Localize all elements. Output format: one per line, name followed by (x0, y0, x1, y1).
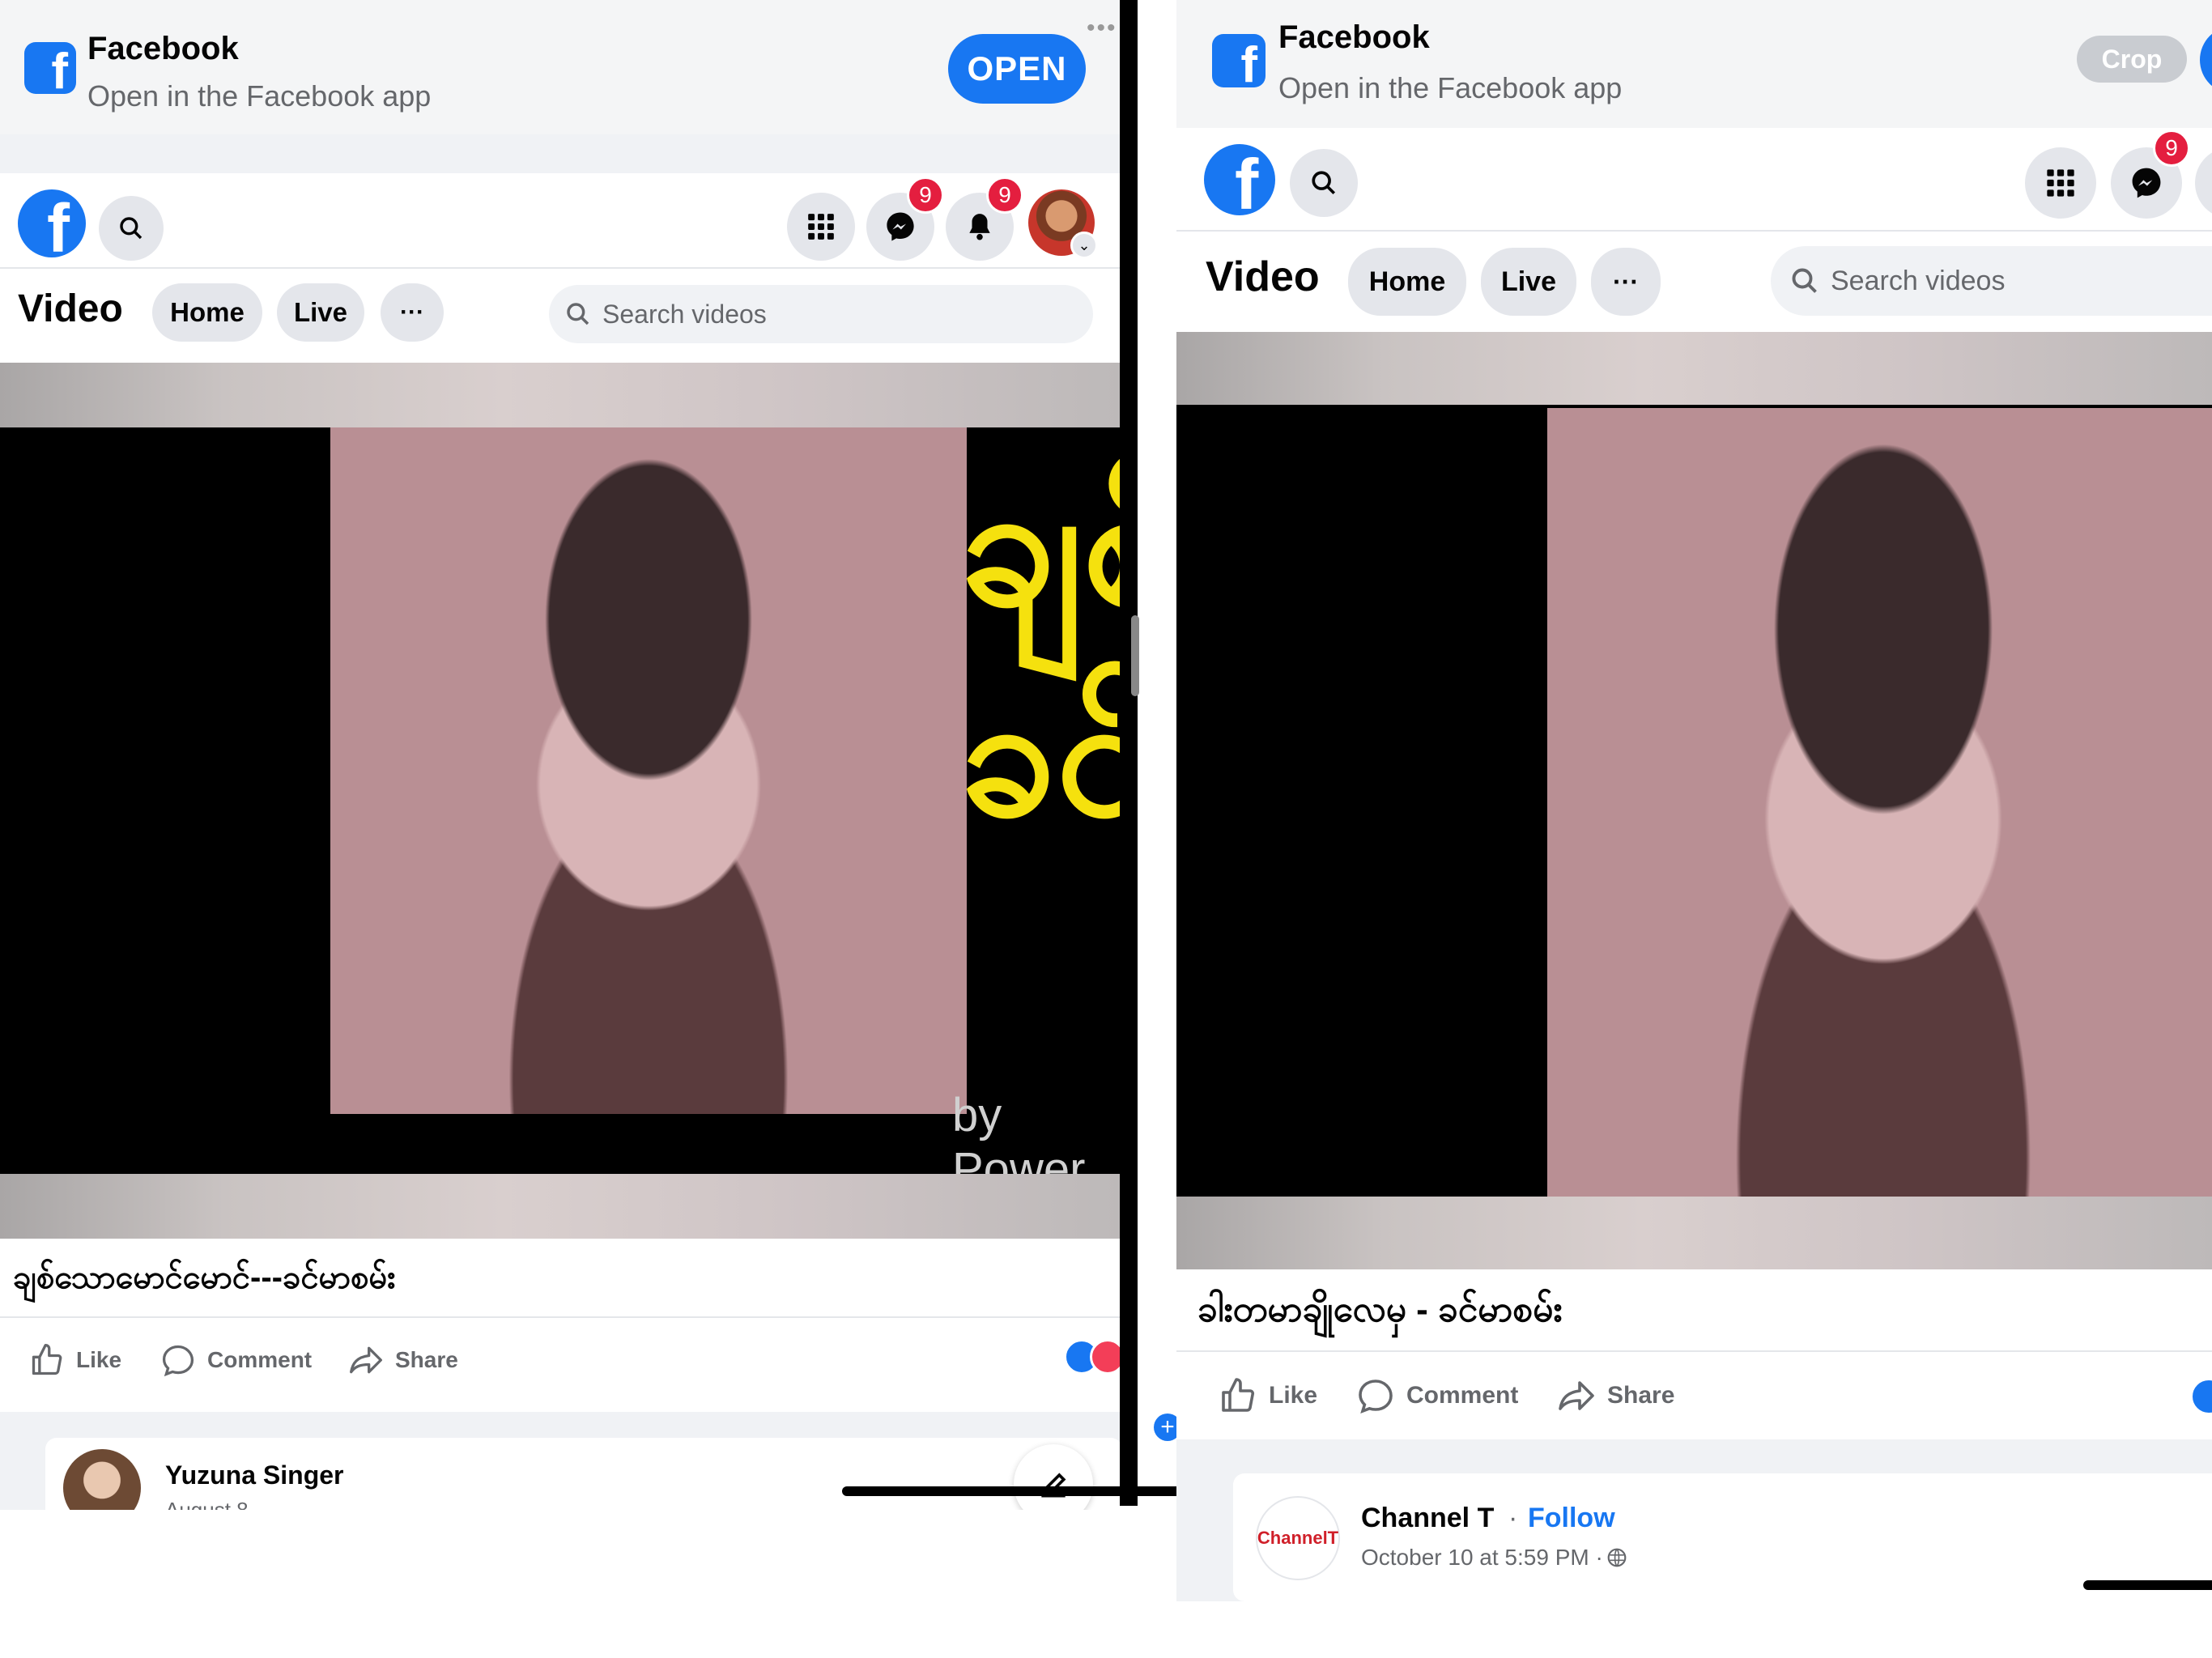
share-button[interactable]: Share (348, 1336, 458, 1384)
facebook-app-icon: f (24, 42, 76, 97)
like-icon (32, 1344, 62, 1375)
share-label: Share (1607, 1382, 1675, 1409)
messenger-badge: 9 (2153, 130, 2190, 167)
banner-subtitle: Open in the Facebook app (1278, 71, 1623, 104)
chevron-down-icon: ⌄ (1070, 232, 1098, 259)
love-reaction-icon (1090, 1339, 1120, 1375)
post-date-text: October 10 at 5:59 PM · (1361, 1545, 1603, 1570)
post-date: October 10 at 5:59 PM · (1361, 1545, 1627, 1571)
facebook-app-icon: f (1212, 34, 1266, 91)
like-button[interactable]: Like (1219, 1370, 1317, 1422)
share-icon (1559, 1381, 1594, 1410)
comment-label: Comment (207, 1347, 313, 1372)
banner-app-name: Facebook (87, 31, 239, 66)
bell-icon[interactable] (2195, 147, 2212, 219)
like-label: Like (76, 1347, 122, 1372)
like-label: Like (1269, 1382, 1318, 1409)
like-button[interactable]: Like (29, 1336, 121, 1384)
open-in-app-banner: ••• f Facebook Open in the Facebook app … (0, 0, 1120, 136)
open-app-button[interactable]: OPEN (948, 34, 1086, 104)
name-separator: · (1508, 1503, 1518, 1533)
share-label: Share (395, 1347, 458, 1372)
video-frame-photo (330, 427, 967, 1114)
next-post-date: August 8 · (165, 1498, 262, 1510)
open-app-button[interactable] (2200, 26, 2212, 94)
messenger-badge: 9 (907, 176, 944, 214)
video-overlay-text-2: ခင် (960, 660, 1120, 850)
title-divider (0, 1316, 1120, 1318)
channel-name[interactable]: Channel T (1361, 1503, 1494, 1534)
right-window: f Facebook Open in the Facebook app Crop… (1176, 0, 2212, 1601)
next-post-author[interactable]: Yuzuna Singer (165, 1460, 343, 1490)
next-post-card: Yuzuna Singer August 8 · (45, 1438, 1120, 1510)
video-player[interactable] (1176, 405, 2212, 1198)
video-top-blur (1176, 332, 2212, 405)
video-bottom-blur (1176, 1197, 2212, 1269)
grid-menu-icon[interactable] (2025, 147, 2096, 219)
video-frame-photo (1547, 408, 2212, 1198)
profile-avatar[interactable]: ⌄ (1028, 189, 1098, 259)
follow-link[interactable]: Follow (1528, 1503, 1615, 1534)
video-page-title: Video (18, 287, 123, 330)
more-icon[interactable]: ··· (1591, 248, 1661, 316)
open-in-app-banner: f Facebook Open in the Facebook app Crop (1176, 0, 2212, 130)
more-icon[interactable]: ··· (381, 283, 444, 342)
search-videos-input[interactable]: Search videos (1771, 246, 2212, 316)
comment-icon (1359, 1380, 1393, 1414)
notifications-badge: 9 (986, 176, 1023, 214)
like-reaction-icon (2190, 1378, 2212, 1415)
video-player[interactable]: ချစ် ခင် by Power (0, 427, 1120, 1196)
comment-label: Comment (1406, 1382, 1519, 1409)
title-divider (1176, 1350, 2212, 1352)
tab-home[interactable]: Home (152, 283, 262, 342)
tab-live[interactable]: Live (1481, 248, 1576, 316)
video-page-title: Video (1206, 253, 1320, 300)
tab-live[interactable]: Live (277, 283, 364, 342)
banner-app-name: Facebook (1278, 19, 1430, 55)
grid-menu-icon[interactable] (787, 193, 855, 261)
next-post-card: ChannelT Channel T · Follow October 10 a… (1233, 1473, 2212, 1601)
comment-button[interactable]: Comment (160, 1336, 312, 1384)
author-avatar[interactable] (63, 1449, 141, 1510)
split-view-divider[interactable]: + (1120, 0, 1181, 1658)
home-indicator[interactable] (842, 1486, 1182, 1496)
comment-button[interactable]: Comment (1356, 1370, 1518, 1422)
comment-icon (162, 1345, 194, 1377)
search-placeholder: Search videos (602, 299, 767, 329)
divider-handle[interactable] (1131, 615, 1139, 696)
share-icon (350, 1346, 382, 1374)
divider-bar (1120, 0, 1138, 1506)
globe-icon (1607, 1548, 1627, 1567)
compose-icon[interactable] (1014, 1444, 1093, 1510)
banner-gap (0, 134, 1120, 173)
search-icon[interactable] (1290, 149, 1358, 217)
left-window: ••• f Facebook Open in the Facebook app … (0, 0, 1120, 1510)
search-placeholder: Search videos (1831, 265, 2006, 296)
like-icon (1222, 1378, 1255, 1412)
search-videos-input[interactable]: Search videos (549, 285, 1093, 343)
video-post-title: ချစ်သောမောင်မောင်---ခင်မာစမ်း (13, 1260, 396, 1295)
video-overlay-text-1: ချစ် (960, 449, 1120, 640)
home-indicator[interactable] (2083, 1580, 2212, 1590)
facebook-logo-icon[interactable]: f (18, 189, 86, 257)
search-icon (1792, 268, 1817, 293)
video-bottom-blur (0, 1174, 1120, 1239)
top-nav: f 9 9 ⌄ (0, 173, 1120, 269)
share-button[interactable]: Share (1557, 1370, 1674, 1422)
channel-logo[interactable]: ChannelT (1256, 1496, 1340, 1580)
top-nav: f 9 (1176, 128, 2212, 232)
facebook-logo-icon[interactable]: f (1204, 144, 1275, 215)
video-post-title: ခါးတမာချိုလေမှ - ခင်မာစမ်း (1197, 1290, 1563, 1329)
tab-home[interactable]: Home (1348, 248, 1466, 316)
search-icon (567, 303, 589, 325)
search-icon[interactable] (99, 196, 164, 261)
video-top-blur (0, 363, 1120, 427)
banner-subtitle: Open in the Facebook app (87, 79, 432, 113)
crop-button[interactable]: Crop (2077, 36, 2187, 83)
window-more-icon[interactable]: ••• (1087, 15, 1117, 42)
